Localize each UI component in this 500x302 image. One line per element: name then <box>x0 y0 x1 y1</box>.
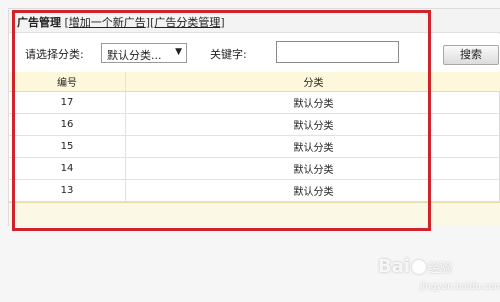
column-header-id: 编号 <box>9 72 126 91</box>
column-header-category: 分类 <box>303 78 324 89</box>
watermark-brand: Bai <box>378 256 411 277</box>
ad-management-panel: 广告管理 [增加一个新广告][广告分类管理] 请选择分类: 默认分类... ▼ … <box>8 8 500 226</box>
category-select-value: 默认分类... <box>107 49 162 62</box>
keyword-label: 关键字: <box>210 48 247 61</box>
cell-id: 17 <box>9 92 126 113</box>
cell-category: 默认分类 <box>293 187 334 198</box>
search-button[interactable]: 搜索 <box>443 45 499 65</box>
cell-id: 16 <box>9 114 126 135</box>
dropdown-arrow-icon: ▼ <box>175 47 182 57</box>
bracket-close: ] <box>220 16 225 29</box>
cell-id: 14 <box>9 158 126 179</box>
cell-category: 默认分类 <box>293 121 334 132</box>
table-row: 16 默认分类 <box>9 114 500 136</box>
category-select[interactable]: 默认分类... ▼ <box>101 43 187 63</box>
table-row: 14 默认分类 <box>9 158 500 180</box>
ad-category-management-link[interactable]: 广告分类管理 <box>154 16 220 29</box>
keyword-input[interactable] <box>276 41 399 63</box>
watermark-url: jingyan.baidu.com <box>420 282 500 292</box>
paw-icon <box>412 260 427 274</box>
watermark-suffix: 经验 <box>428 261 453 275</box>
table-row: 15 默认分类 <box>9 136 500 158</box>
panel-header: 广告管理 [增加一个新广告][广告分类管理] <box>9 9 500 33</box>
table-header-row: 编号 分类 <box>9 72 500 92</box>
cell-id: 13 <box>9 180 126 201</box>
filter-bar: 请选择分类: 默认分类... ▼ 关键字: 搜索 <box>9 34 500 72</box>
ads-table: 编号 分类 17 默认分类 16 默认分类 15 默认分类 14 默认分类 13… <box>9 72 500 202</box>
baidu-watermark: Bai 经验 <box>378 256 452 277</box>
cell-id: 15 <box>9 136 126 157</box>
cell-category: 默认分类 <box>293 165 334 176</box>
cell-category: 默认分类 <box>293 143 334 154</box>
page-title: 广告管理 <box>17 16 61 29</box>
table-row: 17 默认分类 <box>9 92 500 114</box>
table-footer <box>9 202 500 226</box>
table-row: 13 默认分类 <box>9 180 500 202</box>
category-label: 请选择分类: <box>25 48 84 61</box>
add-ad-link[interactable]: 增加一个新广告 <box>69 16 146 29</box>
cell-category: 默认分类 <box>293 99 334 110</box>
